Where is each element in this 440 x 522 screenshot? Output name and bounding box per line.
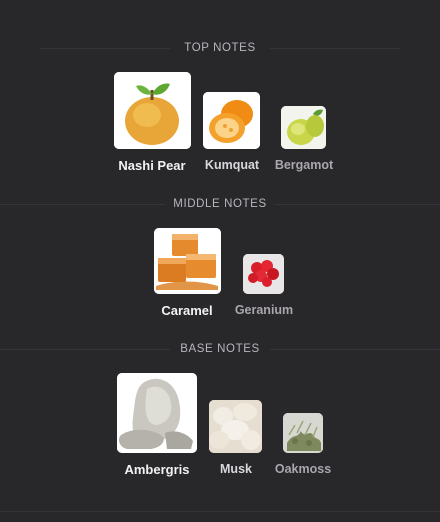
note-label-nashi-pear[interactable]: Nashi Pear <box>118 158 185 173</box>
section-header-base-notes: BASE NOTES <box>0 342 440 356</box>
note-label-bergamot[interactable]: Bergamot <box>275 158 333 172</box>
note-label-caramel[interactable]: Caramel <box>161 303 212 318</box>
section-title: MIDDLE NOTES <box>165 198 275 210</box>
divider <box>270 349 440 350</box>
note-ambergris-image[interactable] <box>117 373 197 453</box>
note-kumquat-image[interactable] <box>203 92 260 149</box>
section-title: BASE NOTES <box>172 343 268 355</box>
section-title: TOP NOTES <box>176 42 264 54</box>
note-label-oakmoss[interactable]: Oakmoss <box>275 462 331 476</box>
note-label-geranium[interactable]: Geranium <box>235 303 293 317</box>
note-bergamot-image[interactable] <box>281 106 326 149</box>
divider <box>0 204 170 205</box>
footer-divider <box>0 511 440 512</box>
note-label-musk[interactable]: Musk <box>220 462 252 476</box>
note-label-kumquat[interactable]: Kumquat <box>205 158 259 172</box>
note-nashi-pear-image[interactable] <box>114 72 191 149</box>
note-geranium-image[interactable] <box>243 254 284 294</box>
divider <box>270 204 440 205</box>
divider <box>40 48 170 49</box>
note-oakmoss-image[interactable] <box>283 413 323 453</box>
note-caramel-image[interactable] <box>154 228 221 294</box>
note-musk-image[interactable] <box>209 400 262 453</box>
divider <box>270 48 400 49</box>
section-header-middle-notes: MIDDLE NOTES <box>0 197 440 211</box>
note-label-ambergris[interactable]: Ambergris <box>124 462 189 477</box>
divider <box>0 349 170 350</box>
section-header-top-notes: TOP NOTES <box>0 41 440 55</box>
